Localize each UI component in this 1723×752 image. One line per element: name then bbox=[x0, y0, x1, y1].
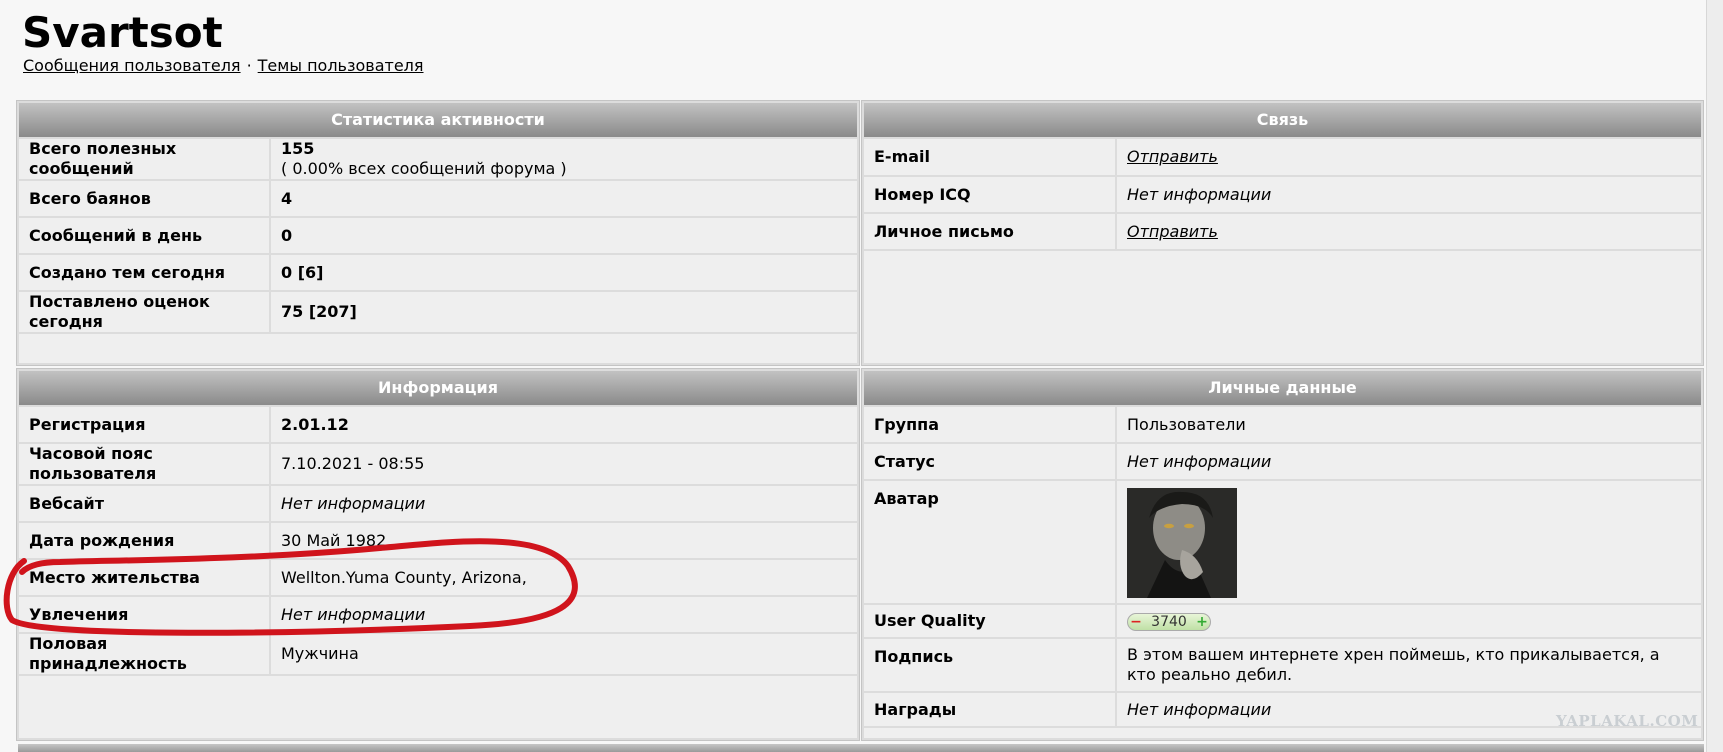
table-row: Создано тем сегодня 0 [6] bbox=[19, 254, 857, 292]
send-pm-link[interactable]: Отправить bbox=[1127, 222, 1218, 241]
info-panel-title: Информация bbox=[19, 371, 857, 407]
row-label: Группа bbox=[864, 407, 1117, 444]
row-value: Нет информации bbox=[270, 485, 857, 523]
table-row: E-mail Отправить bbox=[864, 139, 1701, 177]
table-row: Личное письмо Отправить bbox=[864, 213, 1701, 251]
page-title: Svartsot bbox=[22, 8, 223, 57]
table-row: User Quality − 3740 + bbox=[864, 604, 1701, 639]
next-panel-header bbox=[18, 744, 1704, 752]
row-label: Создано тем сегодня bbox=[19, 254, 271, 292]
activity-panel: Статистика активности Всего полезных соо… bbox=[16, 100, 860, 366]
table-row: Всего баянов 4 bbox=[19, 180, 857, 218]
avatar bbox=[1127, 488, 1237, 598]
row-label: Аватар bbox=[864, 480, 1117, 605]
table-row: Дата рождения 30 Май 1982 bbox=[19, 522, 857, 560]
row-label: Место жительства bbox=[19, 559, 271, 597]
avatar-portrait-icon bbox=[1127, 488, 1237, 598]
row-label: Всего баянов bbox=[19, 180, 271, 218]
table-row: Группа Пользователи bbox=[864, 407, 1701, 444]
row-label: Личное письмо bbox=[864, 213, 1117, 251]
row-value: 4 bbox=[270, 180, 857, 218]
personal-table: Группа Пользователи Статус Нет информаци… bbox=[864, 407, 1701, 728]
row-label: Номер ICQ bbox=[864, 176, 1117, 214]
row-value: Нет информации bbox=[1116, 176, 1701, 214]
table-row: Подпись В этом вашем интернете хрен пойм… bbox=[864, 638, 1701, 693]
table-row: Вебсайт Нет информации bbox=[19, 485, 857, 523]
useful-posts-count: 155 bbox=[281, 139, 315, 158]
row-value: Пользователи bbox=[1116, 407, 1701, 444]
row-label: Награды bbox=[864, 692, 1117, 728]
row-value: 0 bbox=[270, 217, 857, 255]
row-label: Половая принадлежность bbox=[19, 633, 271, 676]
send-email-link[interactable]: Отправить bbox=[1127, 147, 1218, 166]
activity-table: Всего полезных сообщений 155( 0.00% всех… bbox=[19, 139, 857, 334]
table-row: Статус Нет информации bbox=[864, 443, 1701, 481]
row-label: Вебсайт bbox=[19, 485, 271, 523]
row-label: Всего полезных сообщений bbox=[19, 139, 271, 181]
table-row: Всего полезных сообщений 155( 0.00% всех… bbox=[19, 139, 857, 181]
table-row: Номер ICQ Нет информации bbox=[864, 176, 1701, 214]
contact-panel: Связь E-mail Отправить Номер ICQ Нет инф… bbox=[861, 100, 1704, 366]
row-value: Нет информации bbox=[1116, 443, 1701, 481]
contact-table: E-mail Отправить Номер ICQ Нет информаци… bbox=[864, 139, 1701, 251]
info-panel: Информация Регистрация 2.01.12 Часовой п… bbox=[16, 368, 860, 741]
vertical-scrollbar[interactable] bbox=[1706, 0, 1723, 752]
row-value: Мужчина bbox=[270, 633, 857, 676]
personal-panel: Личные данные Группа Пользователи Статус… bbox=[861, 368, 1704, 741]
user-posts-link[interactable]: Сообщения пользователя bbox=[23, 56, 241, 75]
row-value: Нет информации bbox=[270, 596, 857, 634]
user-quality-widget: − 3740 + bbox=[1127, 613, 1211, 631]
row-label: Сообщений в день bbox=[19, 217, 271, 255]
row-value: 2.01.12 bbox=[270, 407, 857, 444]
info-table: Регистрация 2.01.12 Часовой пояс пользов… bbox=[19, 407, 857, 676]
user-links: Сообщения пользователя · Темы пользователя bbox=[23, 55, 424, 77]
row-value: 0 [6] bbox=[270, 254, 857, 292]
user-quality-value: 3740 bbox=[1151, 614, 1187, 630]
row-value: Wellton.Yuma County, Arizona, bbox=[270, 559, 857, 597]
table-row: Поставлено оценок сегодня 75 [207] bbox=[19, 291, 857, 334]
table-row: Половая принадлежность Мужчина bbox=[19, 633, 857, 676]
row-value: 7.10.2021 - 08:55 bbox=[270, 443, 857, 486]
personal-panel-title: Личные данные bbox=[864, 371, 1701, 407]
table-row: Увлечения Нет информации bbox=[19, 596, 857, 634]
rating-plus-button[interactable]: + bbox=[1194, 612, 1210, 632]
row-label: Подпись bbox=[864, 638, 1117, 693]
row-label: Регистрация bbox=[19, 407, 271, 444]
activity-panel-title: Статистика активности bbox=[19, 103, 857, 139]
contact-panel-title: Связь bbox=[864, 103, 1701, 139]
site-watermark: YAPLAKAL.COM bbox=[1556, 712, 1699, 730]
signature-text: В этом вашем интернете хрен поймешь, кто… bbox=[1116, 638, 1701, 693]
useful-posts-share: ( 0.00% всех сообщений форума ) bbox=[281, 159, 567, 178]
row-value: 30 Май 1982 bbox=[270, 522, 857, 560]
user-topics-link[interactable]: Темы пользователя bbox=[258, 56, 424, 75]
row-value: 75 [207] bbox=[270, 291, 857, 334]
table-row: Аватар bbox=[864, 480, 1701, 605]
table-row: Сообщений в день 0 bbox=[19, 217, 857, 255]
table-row: Регистрация 2.01.12 bbox=[19, 407, 857, 444]
row-label: E-mail bbox=[864, 139, 1117, 177]
row-label: Дата рождения bbox=[19, 522, 271, 560]
link-separator: · bbox=[246, 56, 252, 75]
table-row: Часовой пояс пользователя 7.10.2021 - 08… bbox=[19, 443, 857, 486]
row-label: Увлечения bbox=[19, 596, 271, 634]
row-label: Поставлено оценок сегодня bbox=[19, 291, 271, 334]
row-label: User Quality bbox=[864, 604, 1117, 639]
row-label: Часовой пояс пользователя bbox=[19, 443, 271, 486]
row-label: Статус bbox=[864, 443, 1117, 481]
table-row: Место жительства Wellton.Yuma County, Ar… bbox=[19, 559, 857, 597]
rating-minus-button[interactable]: − bbox=[1128, 612, 1144, 632]
